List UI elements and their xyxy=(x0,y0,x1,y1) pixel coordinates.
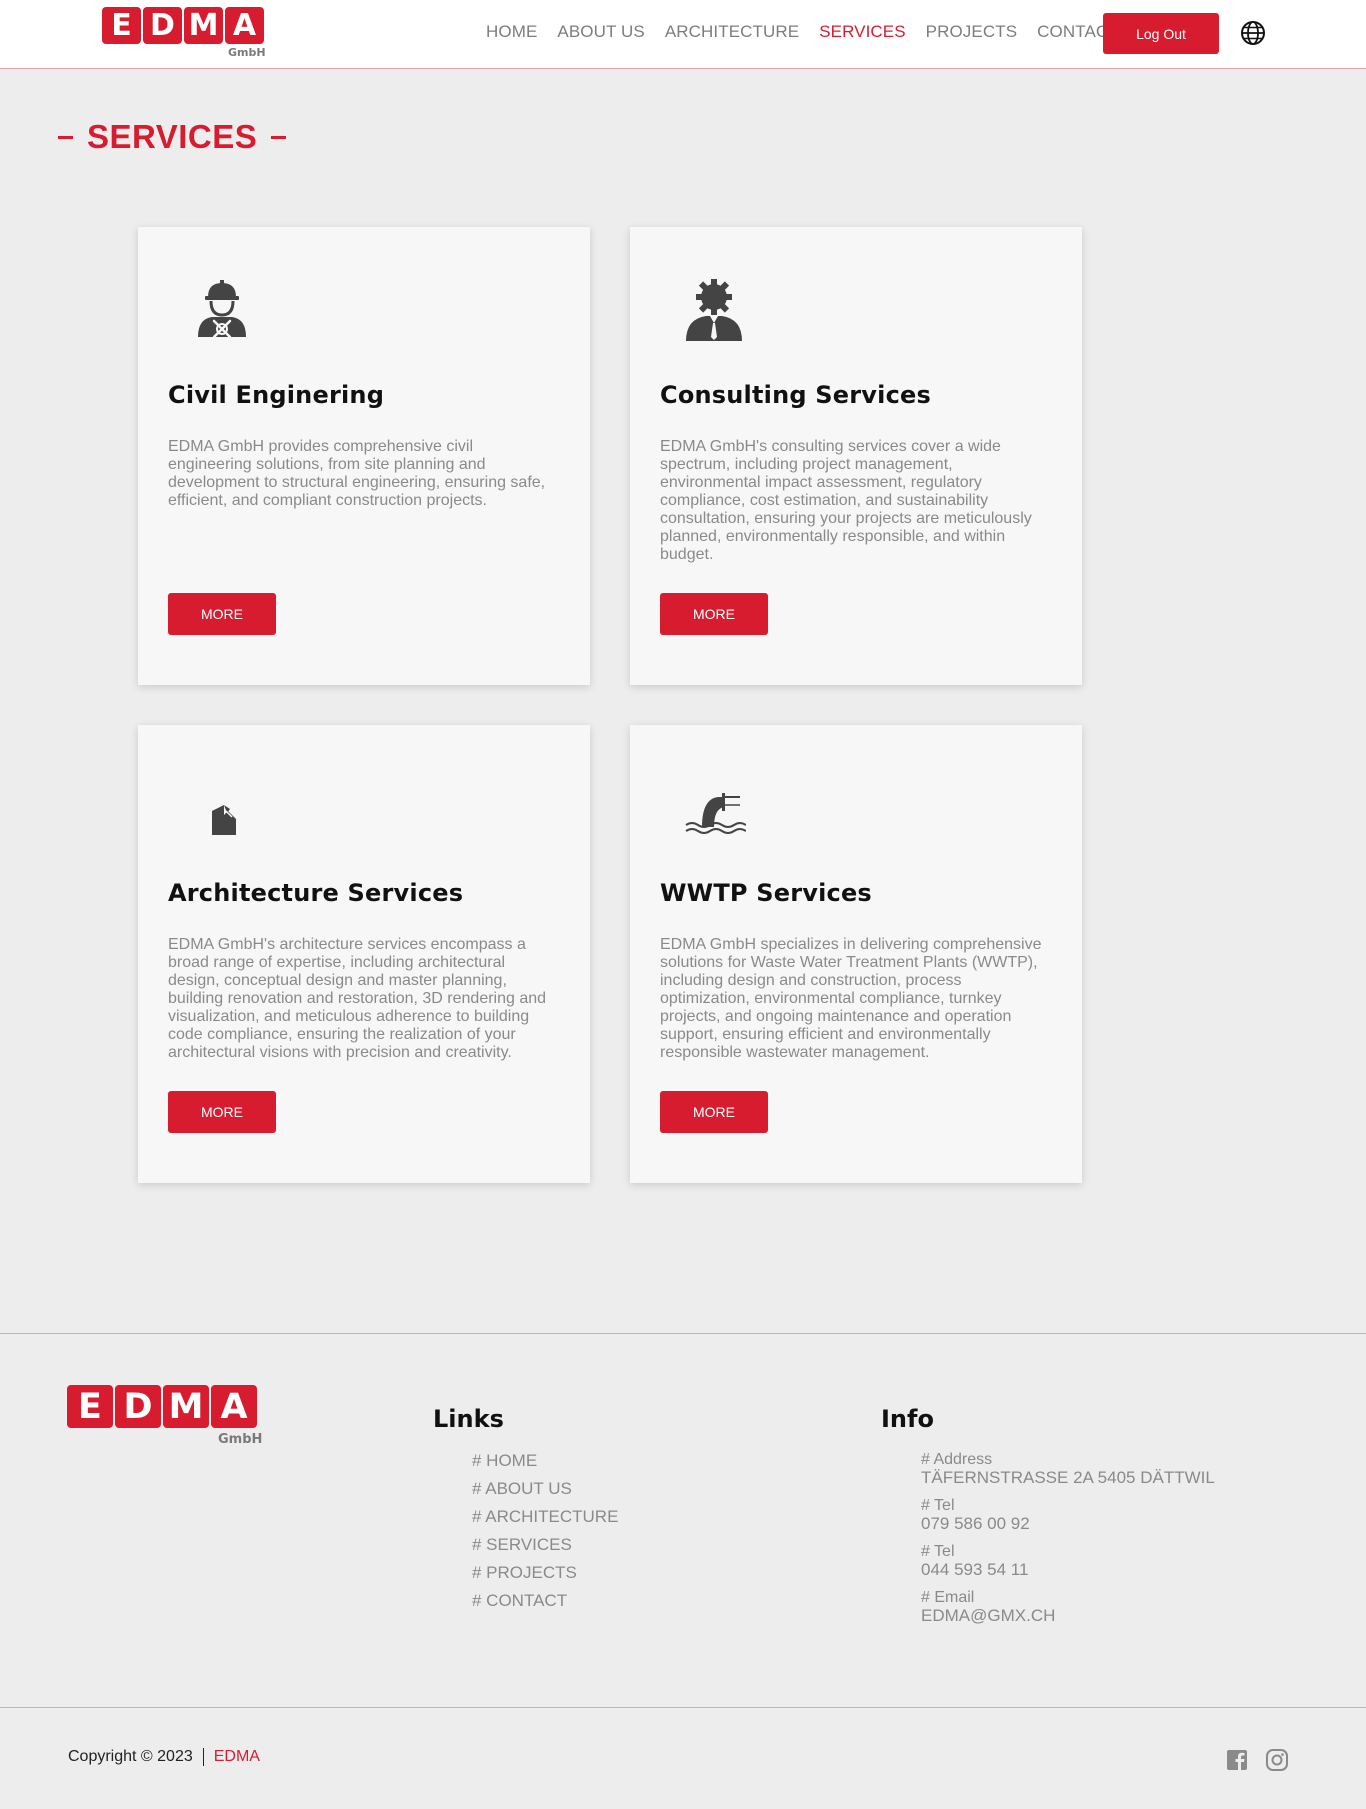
service-title: Architecture Services xyxy=(168,879,464,907)
bottom-divider xyxy=(0,1707,1366,1708)
main-nav: HOME ABOUT US ARCHITECTURE SERVICES PROJ… xyxy=(486,22,1119,42)
footer-logo[interactable]: E D M A xyxy=(67,1385,257,1428)
instagram-icon[interactable] xyxy=(1265,1748,1289,1772)
logo-letter: D xyxy=(115,1385,161,1428)
more-button[interactable]: MORE xyxy=(168,593,276,635)
page-title-text: SERVICES xyxy=(87,118,258,155)
service-description: EDMA GmbH provides comprehensive civil e… xyxy=(168,438,546,509)
service-card-wwtp: WWTP Services EDMA GmbH specializes in d… xyxy=(630,725,1082,1183)
footer-info-list: # Address TÄFERNSTRASSE 2A 5405 DÄTTWIL … xyxy=(921,1451,1215,1635)
info-value[interactable]: 079 586 00 92 xyxy=(921,1515,1215,1533)
copyright-brand-link[interactable]: EDMA xyxy=(214,1748,260,1766)
title-dash-left xyxy=(58,135,73,139)
logo-letter: M xyxy=(163,1385,209,1428)
globe-icon[interactable] xyxy=(1240,20,1266,46)
more-button[interactable]: MORE xyxy=(660,593,768,635)
info-tel: # Tel 044 593 54 11 xyxy=(921,1543,1215,1579)
service-title: Consulting Services xyxy=(660,381,931,409)
header-logo[interactable]: E D M A xyxy=(102,7,264,44)
title-dash-right xyxy=(271,135,287,139)
copyright-bar: Copyright © 2023 EDMA xyxy=(68,1748,260,1766)
nav-services[interactable]: SERVICES xyxy=(819,22,905,42)
footer-link-about-us[interactable]: # ABOUT US xyxy=(472,1479,618,1507)
logo-subtitle: GmbH xyxy=(228,46,266,59)
logo-letter: M xyxy=(184,7,223,44)
logo-subtitle: GmbH xyxy=(218,1432,263,1447)
site-header: E D M A GmbH HOME ABOUT US ARCHITECTURE … xyxy=(0,0,1366,69)
logo-letter: E xyxy=(67,1385,113,1428)
footer-link-services[interactable]: # SERVICES xyxy=(472,1535,618,1563)
info-value: TÄFERNSTRASSE 2A 5405 DÄTTWIL xyxy=(921,1468,1215,1487)
info-label: # Tel xyxy=(921,1497,955,1514)
footer-divider xyxy=(0,1333,1366,1334)
engineer-icon xyxy=(198,280,246,339)
facebook-icon[interactable] xyxy=(1225,1748,1249,1772)
copyright-separator xyxy=(202,1748,204,1766)
info-label: # Tel xyxy=(921,1543,955,1560)
logo-letter: A xyxy=(211,1385,257,1428)
logo-letter: D xyxy=(143,7,182,44)
logout-button[interactable]: Log Out xyxy=(1103,13,1219,54)
footer-link-home[interactable]: # HOME xyxy=(472,1451,618,1479)
service-card-architecture: Architecture Services EDMA GmbH's archit… xyxy=(138,725,590,1183)
nav-projects[interactable]: PROJECTS xyxy=(926,22,1017,42)
copyright-text: Copyright © 2023 xyxy=(68,1748,193,1765)
logo-letter: E xyxy=(102,7,141,44)
service-card-consulting: Consulting Services EDMA GmbH's consulti… xyxy=(630,227,1082,685)
service-description: EDMA GmbH specializes in delivering comp… xyxy=(660,936,1042,1061)
nav-home[interactable]: HOME xyxy=(486,22,537,42)
service-description: EDMA GmbH's architecture services encomp… xyxy=(168,936,547,1061)
footer-links-title: Links xyxy=(433,1405,504,1433)
service-description: EDMA GmbH's consulting services cover a … xyxy=(660,438,1032,563)
info-address: # Address TÄFERNSTRASSE 2A 5405 DÄTTWIL xyxy=(921,1451,1215,1487)
footer-link-architecture[interactable]: # ARCHITECTURE xyxy=(472,1507,618,1535)
footer-links-list: # HOME # ABOUT US # ARCHITECTURE # SERVI… xyxy=(472,1451,618,1619)
wastewater-pipe-icon xyxy=(685,793,746,834)
footer-link-contact[interactable]: # CONTACT xyxy=(472,1591,618,1619)
info-email: # Email EDMA@GMX.CH xyxy=(921,1589,1215,1625)
info-tel: # Tel 079 586 00 92 xyxy=(921,1497,1215,1533)
logo-letter: A xyxy=(225,7,264,44)
info-value[interactable]: 044 593 54 11 xyxy=(921,1561,1215,1579)
info-value[interactable]: EDMA@GMX.CH xyxy=(921,1607,1215,1625)
info-label: # Address xyxy=(921,1451,993,1468)
consultant-gear-icon xyxy=(686,279,742,341)
nav-about-us[interactable]: ABOUT US xyxy=(557,22,644,42)
info-label: # Email xyxy=(921,1589,975,1606)
nav-architecture[interactable]: ARCHITECTURE xyxy=(665,22,799,42)
service-title: Civil Enginering xyxy=(168,381,385,409)
more-button[interactable]: MORE xyxy=(660,1091,768,1133)
footer-link-projects[interactable]: # PROJECTS xyxy=(472,1563,618,1591)
service-card-civil-engineering: Civil Enginering EDMA GmbH provides comp… xyxy=(138,227,590,685)
building-icon xyxy=(212,805,236,835)
service-title: WWTP Services xyxy=(660,879,872,907)
page-title: SERVICES xyxy=(58,118,287,156)
footer-info-title: Info xyxy=(881,1405,934,1433)
more-button[interactable]: MORE xyxy=(168,1091,276,1133)
